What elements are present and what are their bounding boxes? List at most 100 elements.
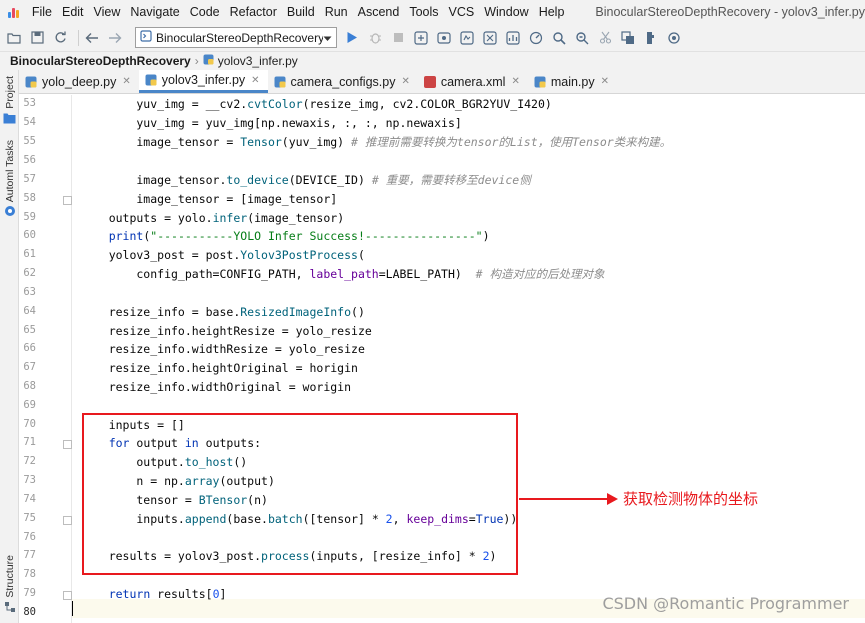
highlight-box [82, 413, 518, 575]
python-file-icon [274, 76, 286, 88]
menu-view[interactable]: View [89, 5, 126, 19]
line-number: 59 [23, 211, 36, 223]
python-config-icon [140, 30, 152, 45]
menu-vcs[interactable]: VCS [444, 5, 480, 19]
menu-edit[interactable]: Edit [57, 5, 89, 19]
menu-run[interactable]: Run [320, 5, 353, 19]
performance-icon[interactable] [527, 29, 545, 47]
line-number: 64 [23, 305, 36, 317]
tab-yolov3-infer[interactable]: yolov3_infer.py ✕ [138, 70, 268, 93]
line-number: 76 [23, 531, 36, 543]
model-convert-icon[interactable] [435, 29, 453, 47]
menu-file[interactable]: File [27, 5, 57, 19]
code-line: return results[0] [108, 587, 227, 601]
code-line: resize_info.heightResize = yolo_resize [81, 324, 372, 338]
close-icon[interactable]: ✕ [401, 76, 409, 87]
menu-ascend[interactable]: Ascend [353, 5, 405, 19]
profiler-icon[interactable] [504, 29, 522, 47]
python-file-icon [145, 74, 157, 86]
line-number: 60 [23, 229, 36, 241]
xml-file-icon [423, 75, 436, 88]
tab-label: main.py [550, 74, 595, 89]
line-number: 67 [23, 361, 36, 373]
tab-camera-xml[interactable]: camera.xml ✕ [418, 70, 528, 93]
line-number: 54 [23, 116, 36, 128]
search-analyze-icon[interactable] [550, 29, 568, 47]
search-config-icon[interactable] [573, 29, 591, 47]
automl-gear-icon [4, 205, 16, 220]
fold-marker[interactable] [63, 516, 72, 525]
menu-build[interactable]: Build [282, 5, 320, 19]
save-icon[interactable] [28, 29, 46, 47]
close-icon[interactable]: ✕ [122, 76, 130, 87]
menu-code[interactable]: Code [185, 5, 225, 19]
code-line: config_path=CONFIG_PATH, label_path=LABE… [81, 267, 605, 281]
cut-icon[interactable] [596, 29, 614, 47]
line-number: 72 [23, 455, 36, 467]
project-tab-label: Project [3, 76, 16, 109]
line-number: 74 [23, 493, 36, 505]
structure-tab-label: Structure [3, 555, 16, 598]
menu-tools[interactable]: Tools [404, 5, 443, 19]
run-icon[interactable] [343, 29, 361, 47]
tab-label: camera_configs.py [290, 74, 396, 89]
code-line: resize_info.widthOriginal = worigin [81, 380, 352, 394]
line-number: 62 [23, 267, 36, 279]
structure-tool-tab[interactable]: Structure [0, 555, 19, 616]
forward-arrow-icon[interactable] [106, 29, 124, 47]
breadcrumb-file[interactable]: yolov3_infer.py [218, 54, 298, 68]
menu-help[interactable]: Help [534, 5, 570, 19]
menu-window[interactable]: Window [479, 5, 533, 19]
tab-camera-configs[interactable]: camera_configs.py ✕ [268, 70, 418, 93]
line-number: 55 [23, 135, 36, 147]
back-arrow-icon[interactable] [83, 29, 101, 47]
run-configuration-select[interactable]: BinocularStereoDepthRecovery [135, 27, 337, 48]
line-number: 79 [23, 587, 36, 599]
close-icon[interactable]: ✕ [601, 76, 609, 87]
menu-navigate[interactable]: Navigate [125, 5, 184, 19]
pycharm-logo-icon [7, 5, 19, 19]
debug-icon[interactable] [366, 29, 384, 47]
sync-icon[interactable] [51, 29, 69, 47]
code-line: image_tensor.to_device(DEVICE_ID) # 重要，需… [81, 173, 531, 187]
close-icon[interactable]: ✕ [511, 76, 519, 87]
operator-icon[interactable] [481, 29, 499, 47]
plugin-icon[interactable] [642, 29, 660, 47]
tab-yolo-deep[interactable]: yolo_deep.py ✕ [19, 70, 139, 93]
line-number: 58 [23, 192, 36, 204]
clone-icon[interactable] [619, 29, 637, 47]
automl-tab-label: Automl Tasks [3, 140, 16, 203]
tab-main[interactable]: main.py ✕ [528, 70, 617, 93]
watermark: CSDN @Romantic Programmer [602, 594, 849, 613]
text-caret [72, 601, 73, 616]
open-folder-icon[interactable] [5, 29, 23, 47]
code-line: yolov3_post = post.Yolov3PostProcess( [81, 248, 365, 262]
fold-marker[interactable] [63, 196, 72, 205]
stop-icon[interactable] [389, 29, 407, 47]
fold-gutter-divider [71, 95, 72, 623]
line-number: 65 [23, 324, 36, 336]
menu-refactor[interactable]: Refactor [225, 5, 282, 19]
window-title: BinocularStereoDepthRecovery - yolov3_in… [595, 5, 865, 19]
code-line: resize_info.widthResize = yolo_resize [81, 342, 365, 356]
python-file-icon [25, 76, 37, 88]
fold-marker[interactable] [63, 591, 72, 600]
line-number: 71 [23, 436, 36, 448]
fold-marker[interactable] [63, 440, 72, 449]
line-number: 70 [23, 418, 36, 430]
tab-label: yolo_deep.py [42, 74, 117, 89]
line-number: 66 [23, 342, 36, 354]
code-line: yuv_img = __cv2.cvtColor(resize_img, cv2… [81, 97, 552, 111]
build-icon[interactable] [412, 29, 430, 47]
settings-icon[interactable] [665, 29, 683, 47]
line-number: 69 [23, 399, 36, 411]
main-toolbar: BinocularStereoDepthRecovery [0, 24, 865, 51]
close-icon[interactable]: ✕ [251, 75, 259, 86]
device-manager-icon[interactable] [458, 29, 476, 47]
automl-tool-tab[interactable]: Automl Tasks [0, 140, 19, 220]
annotation-arrow-line [519, 498, 609, 500]
breadcrumb-project[interactable]: BinocularStereoDepthRecovery [10, 54, 191, 68]
project-tool-tab[interactable]: Project [0, 76, 19, 127]
structure-icon [4, 601, 16, 616]
line-number: 75 [23, 512, 36, 524]
